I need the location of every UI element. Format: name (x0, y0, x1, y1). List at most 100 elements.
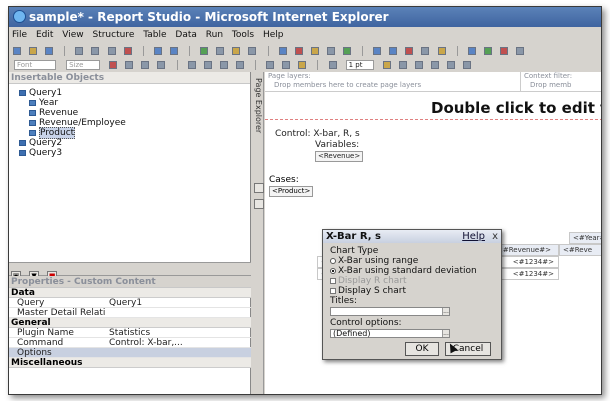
help-link[interactable]: Help (462, 230, 485, 243)
ellipsis-icon[interactable]: ... (442, 308, 449, 315)
menu-table[interactable]: Table (143, 30, 166, 40)
line-style-icon[interactable] (328, 61, 337, 69)
insert-row-icon[interactable] (421, 47, 430, 55)
titles-field[interactable]: ... (330, 307, 450, 316)
select-ancestor-icon[interactable] (248, 47, 257, 55)
tree-item-revenue[interactable]: Revenue (15, 108, 251, 118)
chart-icon[interactable] (342, 47, 351, 55)
calculation-icon[interactable] (483, 47, 492, 55)
menu-data[interactable]: Data (175, 30, 197, 40)
copy-icon[interactable] (91, 47, 100, 55)
properties-header: Properties - Custom Content (9, 276, 251, 288)
new-icon[interactable] (13, 47, 21, 55)
report-title-placeholder[interactable]: Double click to edit t (431, 99, 601, 117)
lock-icon[interactable] (232, 47, 241, 55)
align-left-icon[interactable] (187, 61, 196, 69)
toolbar-separator (362, 46, 364, 56)
radio-xbar-range[interactable]: X-Bar using range (330, 256, 503, 266)
border-style-icon[interactable] (398, 61, 407, 69)
save-icon[interactable] (45, 47, 54, 55)
sort-icon[interactable] (294, 47, 303, 55)
crosstab-year-header[interactable]: <#Year# (569, 232, 601, 244)
table-style-icon[interactable] (414, 61, 423, 69)
swap-icon[interactable] (405, 47, 414, 55)
filter-icon[interactable] (278, 47, 287, 55)
menu-structure[interactable]: Structure (92, 30, 134, 40)
tree-item-product[interactable]: Product (15, 127, 251, 139)
padding-icon[interactable] (282, 61, 291, 69)
dialog-title-bar: X-Bar R, s Help x (323, 230, 501, 243)
run-report-icon[interactable] (200, 47, 209, 55)
menu-tools[interactable]: Tools (232, 30, 254, 40)
control-options-field[interactable]: (Defined)... (330, 329, 450, 338)
crosstab-icon[interactable] (373, 47, 382, 55)
font-color-icon[interactable] (109, 61, 118, 69)
run-dropdown-icon[interactable] (216, 47, 225, 55)
border-icon[interactable] (266, 61, 275, 69)
delete-icon[interactable] (123, 47, 132, 55)
menu-help[interactable]: Help (263, 30, 284, 40)
align-center-icon[interactable] (203, 61, 212, 69)
property-group-general[interactable]: General (9, 318, 251, 328)
revenue-variable-box[interactable]: <Revenue> (315, 151, 364, 162)
page-layers-area[interactable]: Page layers: Drop members here to create… (265, 72, 520, 92)
menu-bar: File Edit View Structure Table Data Run … (9, 28, 601, 43)
build-prompt-icon[interactable] (499, 47, 508, 55)
condition-explorer-icon[interactable] (254, 199, 264, 209)
suppress-icon[interactable] (326, 47, 335, 55)
tab-page-explorer[interactable]: Page Explorer (253, 78, 263, 133)
align-right-icon[interactable] (219, 61, 228, 69)
tree-item-query2[interactable]: Query2 (15, 138, 251, 148)
checkbox-icon (330, 287, 336, 294)
aggregate-icon[interactable] (310, 47, 319, 55)
query-explorer-icon[interactable] (254, 183, 264, 193)
open-icon[interactable] (29, 47, 38, 55)
underline-icon[interactable] (157, 61, 166, 69)
group-icon[interactable] (437, 47, 446, 55)
close-icon[interactable]: x (492, 230, 498, 243)
window-title: sample* - Report Studio - Microsoft Inte… (29, 10, 389, 24)
property-group-miscellaneous[interactable]: Miscellaneous (9, 358, 251, 368)
line-weight-select[interactable]: 1 pt (345, 60, 374, 70)
tree-item-year[interactable]: Year (15, 98, 251, 108)
italic-icon[interactable] (141, 61, 150, 69)
help-icon[interactable] (516, 47, 524, 55)
justify-icon[interactable] (235, 61, 244, 69)
checkbox-display-s-chart[interactable]: Display S chart (330, 286, 503, 296)
context-filter-area[interactable]: Context filter: Drop memb (520, 72, 601, 92)
checkbox-display-r-chart[interactable]: Display R chart (330, 276, 503, 286)
toolbar-separator (267, 46, 269, 56)
redo-icon[interactable] (169, 47, 178, 55)
paste-icon[interactable] (107, 47, 116, 55)
font-select[interactable]: Font (14, 60, 56, 70)
cut-icon[interactable] (75, 47, 84, 55)
property-group-data[interactable]: Data (9, 288, 251, 298)
property-row-command[interactable]: Command Control: X-bar,... (9, 338, 251, 348)
size-select[interactable]: Size (66, 60, 101, 70)
ellipsis-icon[interactable]: ... (442, 330, 449, 337)
undo-icon[interactable] (153, 47, 162, 55)
tree-item-query1[interactable]: Query1 (15, 88, 251, 98)
crosstab-revenue-header-2[interactable]: <#Reve (559, 244, 601, 256)
radio-xbar-std[interactable]: X-Bar using standard deviation (330, 266, 503, 276)
menu-view[interactable]: View (62, 30, 83, 40)
background-color-icon[interactable] (298, 61, 307, 69)
menu-run[interactable]: Run (206, 30, 223, 40)
property-row-plugin-name[interactable]: Plugin Name Statistics (9, 328, 251, 338)
line-color-icon[interactable] (382, 61, 391, 69)
bold-icon[interactable] (125, 61, 134, 69)
property-row-options[interactable]: Options (9, 348, 251, 358)
menu-edit[interactable]: Edit (36, 30, 53, 40)
ok-button[interactable]: OK (405, 342, 439, 356)
list-icon[interactable] (389, 47, 398, 55)
merge-cells-icon[interactable] (430, 61, 439, 69)
drill-icon[interactable] (467, 47, 476, 55)
split-cells-icon[interactable] (447, 61, 456, 69)
product-case-box[interactable]: <Product> (269, 186, 314, 197)
tree-item-query3[interactable]: Query3 (15, 148, 251, 158)
property-row-query[interactable]: Query Query1 (9, 298, 251, 308)
menu-file[interactable]: File (12, 30, 27, 40)
property-row-master-detail[interactable]: Master Detail Relationships (9, 308, 251, 318)
data-format-icon[interactable] (463, 61, 472, 69)
custom-content-control[interactable]: Control: X-bar, R, s Variables: <Revenue… (275, 129, 405, 162)
